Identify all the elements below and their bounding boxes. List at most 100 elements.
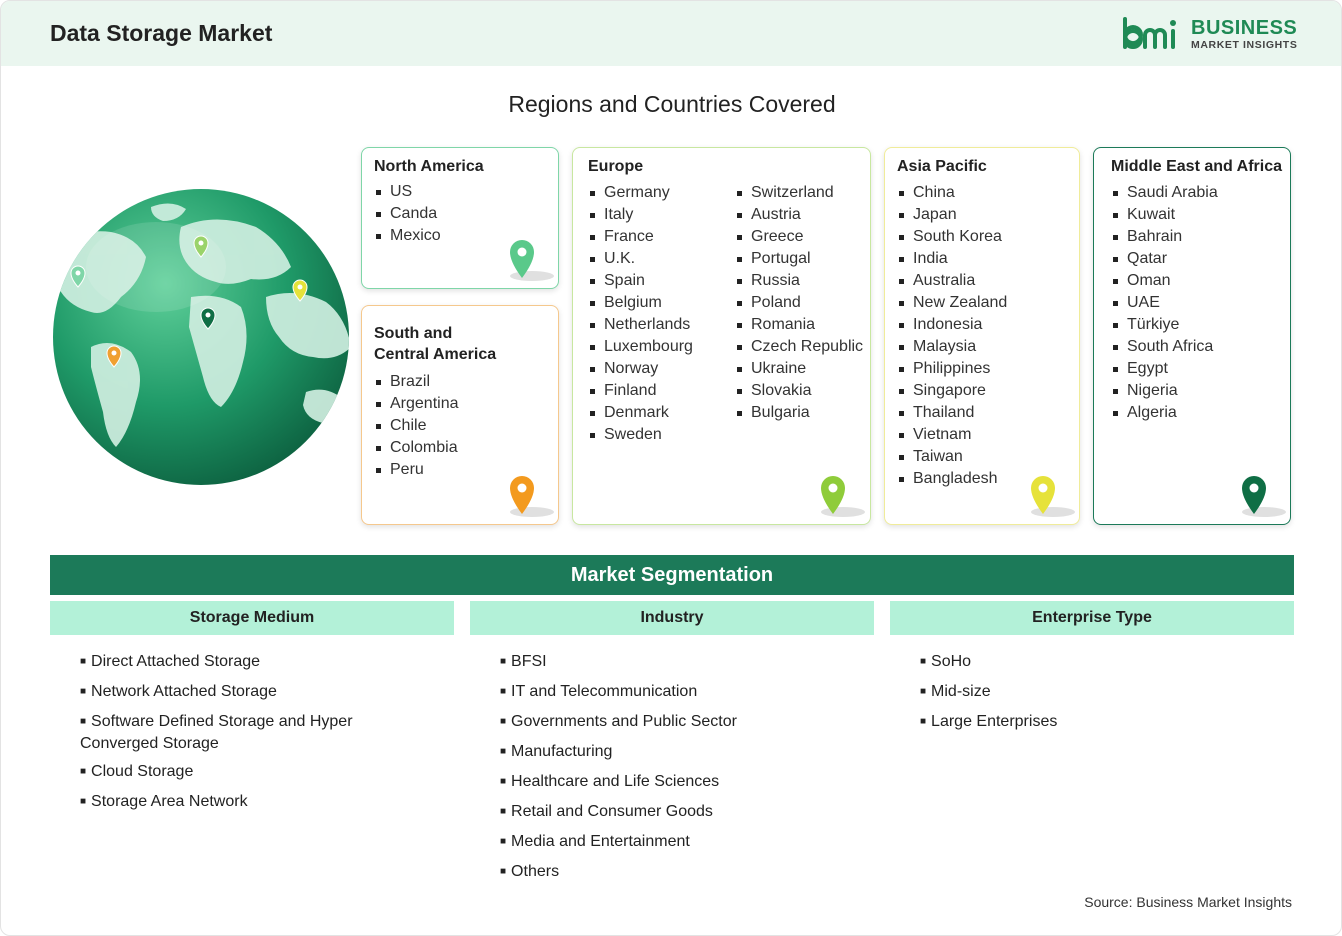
card-title-north-america: North America xyxy=(374,158,484,175)
north-america-country-list: US Canda Mexico xyxy=(374,181,441,247)
list-item: Belgium xyxy=(588,292,693,314)
list-item: US xyxy=(374,181,441,203)
card-south-central-america: South and Central America Brazil Argenti… xyxy=(361,305,559,525)
list-item: Storage Area Network xyxy=(80,792,390,814)
list-item: Portugal xyxy=(735,248,863,270)
card-title-south-america: South and Central America xyxy=(374,323,496,365)
list-item: Mexico xyxy=(374,225,441,247)
list-item: Bahrain xyxy=(1111,226,1218,248)
list-item: Manufacturing xyxy=(500,742,830,764)
segment-header-storage-medium: Storage Medium xyxy=(50,601,454,635)
segment-header-enterprise-type: Enterprise Type xyxy=(890,601,1294,635)
segment-header-industry: Industry xyxy=(470,601,874,635)
card-title-line: South and xyxy=(374,325,453,342)
mea-country-list: Saudi Arabia Kuwait Bahrain Qatar Oman U… xyxy=(1111,182,1218,424)
asia-pacific-country-list: China Japan South Korea India Australia … xyxy=(897,182,1007,490)
location-pin-icon xyxy=(821,476,865,517)
brand-logo: BUSINESS MARKET INSIGHTS xyxy=(1121,15,1301,55)
list-item: Russia xyxy=(735,270,863,292)
list-item: China xyxy=(897,182,1007,204)
list-item: Saudi Arabia xyxy=(1111,182,1218,204)
infographic-frame: Data Storage Market BUSINESS MARKET INSI… xyxy=(0,0,1342,936)
card-middle-east-africa: Middle East and Africa Saudi Arabia Kuwa… xyxy=(1093,147,1291,525)
card-title-line: Central America xyxy=(374,346,497,363)
europe-country-list-col1: Germany Italy France U.K. Spain Belgium … xyxy=(588,182,693,446)
list-item: Romania xyxy=(735,314,863,336)
card-title-europe: Europe xyxy=(588,158,644,175)
card-title-asia-pacific: Asia Pacific xyxy=(897,158,987,175)
list-item: Australia xyxy=(897,270,1007,292)
list-item: Bulgaria xyxy=(735,402,863,424)
list-item: BFSI xyxy=(500,652,830,674)
list-item: South Africa xyxy=(1111,336,1218,358)
list-item: New Zealand xyxy=(897,292,1007,314)
list-item: Luxembourg xyxy=(588,336,693,358)
storage-medium-list: Direct Attached Storage Network Attached… xyxy=(80,652,390,822)
list-item: France xyxy=(588,226,693,248)
logo-text-business: BUSINESS xyxy=(1191,17,1298,39)
bmi-logo-icon xyxy=(1123,17,1176,49)
industry-list: BFSI IT and Telecommunication Government… xyxy=(500,652,830,892)
list-item: Denmark xyxy=(588,402,693,424)
list-item: Brazil xyxy=(374,371,459,393)
regions-title: Regions and Countries Covered xyxy=(508,91,836,117)
list-item: Media and Entertainment xyxy=(500,832,830,854)
list-item: Qatar xyxy=(1111,248,1218,270)
list-item: Ukraine xyxy=(735,358,863,380)
list-item: Japan xyxy=(897,204,1007,226)
list-item: Malaysia xyxy=(897,336,1007,358)
list-item: Argentina xyxy=(374,393,459,415)
list-item: Czech Republic xyxy=(735,336,863,358)
list-item: India xyxy=(897,248,1007,270)
list-item: Mid-size xyxy=(920,682,1250,704)
list-item: Cloud Storage xyxy=(80,762,390,784)
list-item: Germany xyxy=(588,182,693,204)
list-item: Peru xyxy=(374,459,459,481)
list-item: Spain xyxy=(588,270,693,292)
location-pin-icon xyxy=(1031,476,1075,517)
list-item: Chile xyxy=(374,415,459,437)
list-item: Singapore xyxy=(897,380,1007,402)
list-item: Others xyxy=(500,862,830,884)
list-item: Canda xyxy=(374,203,441,225)
list-item: Norway xyxy=(588,358,693,380)
location-pin-icon xyxy=(510,240,554,281)
list-item: Greece xyxy=(735,226,863,248)
list-item: Switzerland xyxy=(735,182,863,204)
south-america-country-list: Brazil Argentina Chile Colombia Peru xyxy=(374,371,459,481)
logo-text-market-insights: MARKET INSIGHTS xyxy=(1191,39,1298,51)
list-item: Indonesia xyxy=(897,314,1007,336)
list-item: Algeria xyxy=(1111,402,1218,424)
card-north-america: North America US Canda Mexico xyxy=(361,147,559,289)
header-bar: Data Storage Market BUSINESS MARKET INSI… xyxy=(1,1,1341,66)
list-item: Sweden xyxy=(588,424,693,446)
list-item: Italy xyxy=(588,204,693,226)
list-item: Taiwan xyxy=(897,446,1007,468)
enterprise-type-list: SoHo Mid-size Large Enterprises xyxy=(920,652,1250,742)
list-item: U.K. xyxy=(588,248,693,270)
globe-icon xyxy=(53,189,349,485)
list-item: Austria xyxy=(735,204,863,226)
list-item: Slovakia xyxy=(735,380,863,402)
list-item: UAE xyxy=(1111,292,1218,314)
source-note: Source: Business Market Insights xyxy=(1084,894,1292,910)
list-item: Finland xyxy=(588,380,693,402)
card-asia-pacific: Asia Pacific China Japan South Korea Ind… xyxy=(884,147,1080,525)
list-item: Direct Attached Storage xyxy=(80,652,390,674)
card-title-mea: Middle East and Africa xyxy=(1111,158,1282,175)
list-item: Bangladesh xyxy=(897,468,1007,490)
location-pin-icon xyxy=(1242,476,1286,517)
list-item: IT and Telecommunication xyxy=(500,682,830,704)
card-europe: Europe Germany Italy France U.K. Spain B… xyxy=(572,147,871,525)
list-item: Egypt xyxy=(1111,358,1218,380)
list-item: Türkiye xyxy=(1111,314,1218,336)
list-item: Philippines xyxy=(897,358,1007,380)
list-item: Colombia xyxy=(374,437,459,459)
list-item: SoHo xyxy=(920,652,1250,674)
list-item: South Korea xyxy=(897,226,1007,248)
list-item: Retail and Consumer Goods xyxy=(500,802,830,824)
list-item: Governments and Public Sector xyxy=(500,712,830,734)
list-item: Nigeria xyxy=(1111,380,1218,402)
market-segmentation-bar: Market Segmentation xyxy=(50,555,1294,595)
list-item: Thailand xyxy=(897,402,1007,424)
